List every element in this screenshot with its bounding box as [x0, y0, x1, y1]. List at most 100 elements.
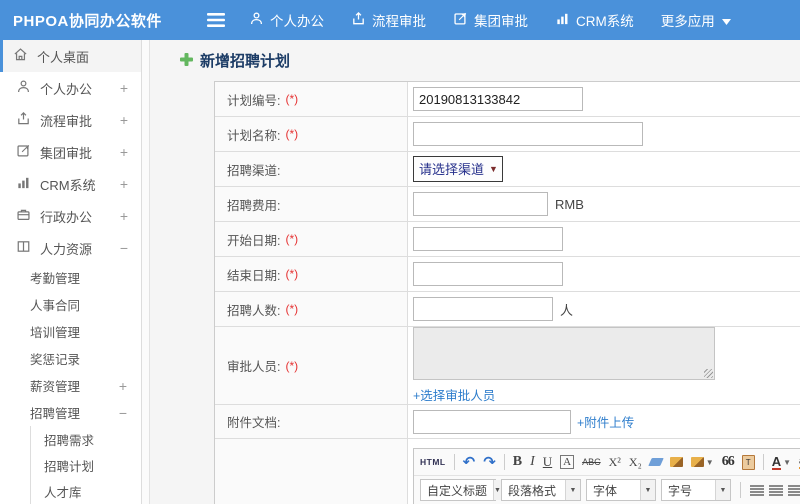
plan-name-input[interactable]	[413, 122, 643, 146]
sidebar-item-recruitment[interactable]: 招聘管理 −	[0, 399, 141, 426]
eraser-icon	[647, 458, 664, 466]
collapse-toggle[interactable]: −	[119, 405, 127, 421]
channel-select[interactable]: 请选择渠道 ▼	[413, 156, 503, 182]
subscript-button[interactable]: X₂	[629, 455, 642, 470]
align-right-button[interactable]	[788, 484, 800, 496]
resize-handle-icon[interactable]	[704, 369, 713, 378]
sidebar-item-salary[interactable]: 薪资管理 +	[0, 372, 141, 399]
cost-input[interactable]	[413, 192, 548, 216]
topnav: 个人办公 流程审批 集团审批 CRM系统 更多应用	[249, 10, 764, 30]
align-center-button[interactable]	[769, 484, 783, 496]
strikethrough-button[interactable]: ABC	[582, 457, 601, 467]
edit-icon	[16, 143, 40, 161]
sidebar-item-recruit-demand[interactable]: 招聘需求	[31, 426, 141, 452]
caret-down-icon: ▼	[783, 457, 791, 467]
font-color-button[interactable]: A ▼	[771, 455, 791, 470]
nav-item-personal-office[interactable]: 个人办公	[249, 10, 324, 30]
italic-button[interactable]: I	[530, 454, 535, 470]
topbar: PHPOA协同办公软件 个人办公 流程审批 集团审批 CRM系统 更多应用	[0, 0, 800, 40]
sidebar-item-talent-pool[interactable]: 人才库	[31, 478, 141, 504]
headcount-unit: 人	[560, 302, 574, 318]
html-source-button[interactable]: HTML	[420, 457, 446, 467]
end-date-input[interactable]	[413, 262, 563, 286]
superscript-button[interactable]: X²	[609, 455, 621, 470]
paste-button[interactable]: T	[741, 454, 755, 470]
form-row-headcount: 招聘人数: (*) 人	[215, 292, 800, 327]
sidebar-item-recruit-plan[interactable]: 招聘计划	[31, 452, 141, 478]
sidebar-item-hr[interactable]: 人力资源 −	[0, 232, 141, 264]
redo-button[interactable]: ↷	[483, 453, 496, 471]
plan-no-label: 计划编号: (*)	[215, 82, 408, 116]
sidebar-item-attendance[interactable]: 考勤管理	[0, 264, 141, 291]
format-brush-button[interactable]	[669, 457, 683, 467]
eraser-button[interactable]	[647, 458, 664, 466]
headcount-input[interactable]	[413, 297, 553, 321]
cost-unit: RMB	[555, 196, 584, 212]
attachment-input[interactable]	[413, 409, 571, 434]
custom-title-select[interactable]: 自定义标题 ▼	[420, 479, 501, 501]
caret-down-icon: ▼	[565, 480, 580, 500]
expand-toggle[interactable]: +	[120, 176, 128, 192]
form-row-plan-no: 计划编号: (*)	[215, 82, 800, 117]
approvers-textarea[interactable]	[413, 327, 715, 380]
hamburger-icon[interactable]	[207, 13, 225, 27]
sidebar-item-crm[interactable]: CRM系统 +	[0, 168, 141, 200]
expand-toggle[interactable]: +	[120, 80, 128, 96]
blockquote-button[interactable]: 66	[722, 454, 735, 470]
briefcase-icon	[16, 207, 40, 225]
nav-item-more-apps[interactable]: 更多应用	[661, 10, 737, 30]
select-approvers-link[interactable]: +选择审批人员	[413, 385, 495, 404]
undo-button[interactable]: ↶	[463, 453, 476, 471]
align-left-button[interactable]	[750, 484, 764, 496]
form-row-start-date: 开始日期: (*)	[215, 222, 800, 257]
cost-label: 招聘费用:	[215, 187, 408, 221]
sidebar-item-admin-office[interactable]: 行政办公 +	[0, 200, 141, 232]
expand-toggle[interactable]: +	[120, 144, 128, 160]
recruit-plan-form: 计划编号:(*) 计划名称:(*) 招聘渠道:	[214, 81, 800, 504]
plan-no-input[interactable]	[413, 87, 583, 111]
expand-toggle[interactable]: +	[120, 112, 128, 128]
underline-button[interactable]: U	[543, 454, 552, 470]
paragraph-format-select[interactable]: 段落格式 ▼	[501, 479, 581, 501]
editor-label-empty	[215, 439, 408, 504]
sidebar-item-personal-office[interactable]: 个人办公 +	[0, 72, 141, 104]
required-mark: (*)	[285, 92, 299, 106]
caret-down-icon	[721, 13, 737, 28]
font-size-select[interactable]: 字号 ▼	[661, 479, 731, 501]
paint-icon	[690, 457, 704, 467]
approvers-label: 审批人员: (*)	[215, 327, 408, 404]
workflow-icon	[351, 11, 372, 29]
form-row-editor: HTML ↶ ↷ B I U A ABC X² X₂ ▼ 66 T A ▼ 自定…	[215, 439, 800, 504]
plan-name-label: 计划名称: (*)	[215, 117, 408, 151]
collapse-toggle[interactable]: −	[120, 240, 128, 256]
nav-item-group-approval[interactable]: 集团审批	[453, 10, 528, 30]
expand-toggle[interactable]: +	[120, 208, 128, 224]
sidebar-item-rewards[interactable]: 奖惩记录	[0, 345, 141, 372]
expand-toggle[interactable]: +	[119, 378, 127, 394]
font-family-select[interactable]: 字体 ▼	[586, 479, 656, 501]
sidebar: 个人桌面 个人办公 + 流程审批 + 集团审批 + CRM系统 + 行政办公 +	[0, 40, 142, 504]
form-row-end-date: 结束日期: (*)	[215, 257, 800, 292]
start-date-input[interactable]	[413, 227, 563, 251]
sidebar-item-hr-contract[interactable]: 人事合同	[0, 291, 141, 318]
start-date-label: 开始日期: (*)	[215, 222, 408, 256]
add-plus-icon	[180, 52, 193, 69]
user-icon	[249, 11, 270, 29]
required-mark: (*)	[285, 358, 299, 373]
sidebar-item-group-approval[interactable]: 集团审批 +	[0, 136, 141, 168]
main-content: 新增招聘计划 计划编号:(*) 计划名称:(*)	[149, 40, 800, 504]
nav-item-crm[interactable]: CRM系统	[555, 10, 634, 30]
book-icon	[16, 239, 40, 257]
align-right-icon	[788, 484, 800, 496]
sidebar-item-training[interactable]: 培训管理	[0, 318, 141, 345]
form-row-channel: 招聘渠道: 请选择渠道 ▼	[215, 152, 800, 187]
sidebar-item-desktop[interactable]: 个人桌面	[0, 40, 141, 72]
nav-item-workflow-approval[interactable]: 流程审批	[351, 10, 426, 30]
format-paint-button[interactable]: ▼	[690, 457, 714, 467]
rich-text-editor: HTML ↶ ↷ B I U A ABC X² X₂ ▼ 66 T A ▼ 自定…	[413, 448, 800, 504]
autotype-button[interactable]: A	[560, 455, 575, 469]
upload-attachment-link[interactable]: +附件上传	[577, 412, 634, 431]
sidebar-item-workflow-approval[interactable]: 流程审批 +	[0, 104, 141, 136]
editor-toolbar-bottom: 自定义标题 ▼ 段落格式 ▼ 字体 ▼ 字号 ▼	[414, 476, 800, 504]
bold-button[interactable]: B	[513, 454, 522, 470]
